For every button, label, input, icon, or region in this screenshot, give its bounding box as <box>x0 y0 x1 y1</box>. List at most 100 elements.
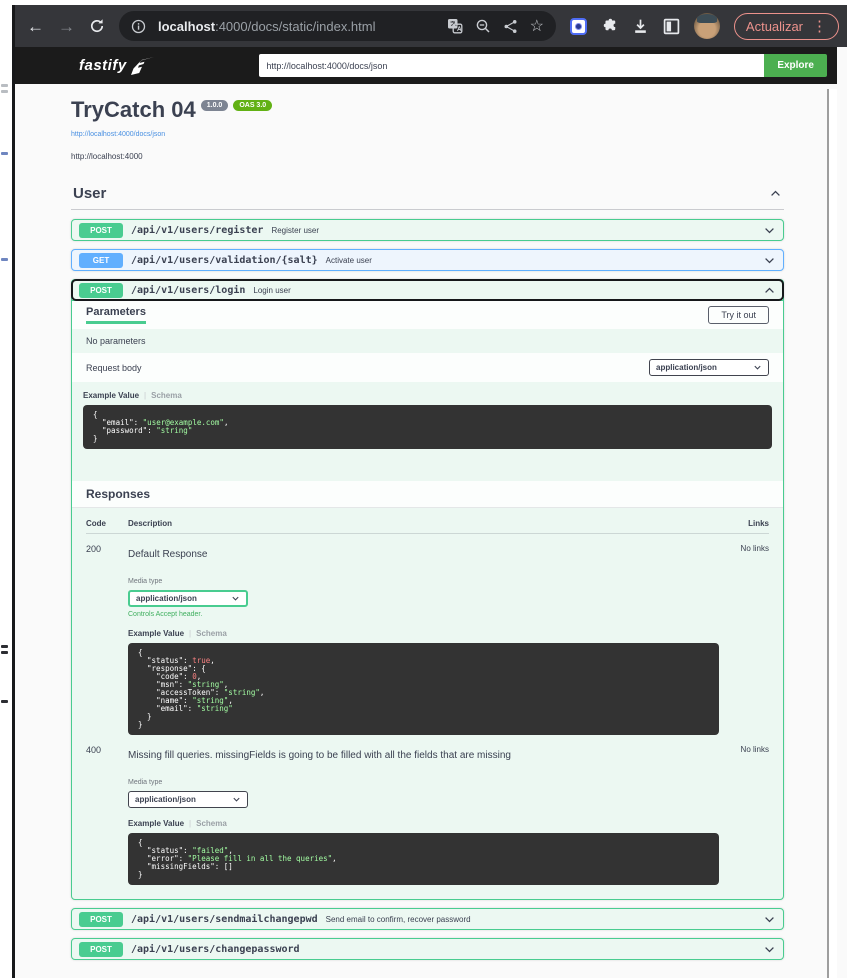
media-type-label: Media type <box>128 779 719 786</box>
page-viewport: fastify Explore TryCatch 04 1.0.0 OAS 3.… <box>15 47 837 978</box>
chevron-down-icon[interactable] <box>763 913 776 926</box>
tag-header-user[interactable]: User <box>71 181 784 210</box>
request-body-header: Request body application/json <box>72 353 783 382</box>
operation-login: POST /api/v1/users/login Login user Para… <box>71 279 784 900</box>
menu-dots-icon[interactable]: ⋮ <box>812 17 827 35</box>
desktop-artifact <box>1 645 8 648</box>
update-label: Actualizar <box>746 19 803 34</box>
tab-schema[interactable]: Schema <box>151 391 182 400</box>
chevron-down-icon <box>231 594 240 603</box>
tab-example-value[interactable]: Example Value <box>83 391 139 400</box>
download-icon[interactable] <box>632 18 649 35</box>
tab-example-value[interactable]: Example Value <box>128 819 184 828</box>
operation-summary[interactable]: POST /api/v1/users/sendmailchangepwd Sen… <box>72 909 783 929</box>
profile-avatar[interactable] <box>694 13 720 39</box>
api-info: TryCatch 04 1.0.0 OAS 3.0 http://localho… <box>71 97 784 161</box>
response-detail: Default Response Media type application/… <box>128 544 719 735</box>
fastify-logo: fastify <box>79 57 155 75</box>
operation-path: /api/v1/users/login <box>131 285 245 296</box>
tab-example-value[interactable]: Example Value <box>128 629 184 638</box>
tab-schema[interactable]: Schema <box>196 819 227 828</box>
tag-section-category: Category POST /api/v1/categories/registe… <box>71 972 784 978</box>
responses-header: Responses <box>72 481 783 508</box>
tab-schema[interactable]: Schema <box>196 629 227 638</box>
swagger-topbar: fastify Explore <box>15 47 837 84</box>
response-description: Default Response <box>128 549 719 560</box>
desktop-artifact <box>1 258 8 261</box>
extensions-puzzle-icon[interactable] <box>601 18 618 35</box>
browser-update-button[interactable]: Actualizar ⋮ <box>734 13 839 40</box>
method-badge: POST <box>79 942 123 957</box>
example-tabs: Example Value|Schema <box>83 391 772 400</box>
reload-icon[interactable] <box>89 18 105 34</box>
response-links: No links <box>719 544 769 735</box>
operation-summary[interactable]: POST /api/v1/users/register Register use… <box>72 220 783 240</box>
chevron-down-icon <box>232 795 241 804</box>
chevron-up-icon[interactable] <box>763 284 776 297</box>
tag-header-category[interactable]: Category <box>71 972 784 978</box>
operation-register: POST /api/v1/users/register Register use… <box>71 219 784 241</box>
explore-button[interactable]: Explore <box>764 54 827 77</box>
scrollbar[interactable] <box>827 89 837 978</box>
response-row-200: 200 Default Response Media type applicat… <box>86 534 769 735</box>
responses-title: Responses <box>86 487 769 501</box>
operation-summary[interactable]: POST /api/v1/users/login Login user <box>72 280 783 300</box>
operation-description: Login user <box>253 286 290 295</box>
bookmark-star-icon[interactable]: ☆ <box>530 16 544 36</box>
response-example-code: { "status": true, "response": { "code": … <box>128 643 719 735</box>
oas-badge: OAS 3.0 <box>233 100 272 111</box>
zoom-icon[interactable] <box>475 18 491 34</box>
spec-url-input[interactable] <box>259 54 764 77</box>
fastify-bolt-icon <box>131 57 155 75</box>
controls-accept-note: Controls Accept header. <box>128 611 719 618</box>
col-code: Code <box>86 519 128 528</box>
response-description: Missing fill queries. missingFields is g… <box>128 750 719 761</box>
api-title-row: TryCatch 04 1.0.0 OAS 3.0 <box>71 97 784 123</box>
response-media-type-select[interactable]: application/json <box>128 791 248 808</box>
url-text[interactable]: localhost:4000/docs/static/index.html <box>158 19 435 34</box>
chevron-down-icon <box>753 363 762 372</box>
parameters-header: Parameters Try it out <box>72 301 783 329</box>
api-title: TryCatch 04 <box>71 97 196 123</box>
spec-link[interactable]: http://localhost:4000/docs/json <box>71 131 165 138</box>
request-example-section: Example Value|Schema { "email": "user@ex… <box>72 382 783 481</box>
desktop-artifact <box>1 651 8 654</box>
back-icon[interactable]: ← <box>27 18 44 35</box>
response-example-code: { "status": "failed", "error": "Please f… <box>128 833 719 885</box>
response-code: 200 <box>86 544 128 735</box>
desktop-artifact <box>1 84 8 87</box>
chevron-down-icon[interactable] <box>763 943 776 956</box>
browser-toolbar: ← → localhost:4000/docs/static/index.htm… <box>15 5 847 47</box>
no-parameters-text: No parameters <box>72 329 783 353</box>
col-links: Links <box>719 519 769 528</box>
share-icon[interactable] <box>503 19 518 34</box>
response-links: No links <box>719 745 769 885</box>
try-it-out-button[interactable]: Try it out <box>708 306 769 324</box>
tab-parameters[interactable]: Parameters <box>86 306 146 324</box>
site-info-icon[interactable] <box>131 19 146 34</box>
request-example-code: { "email": "user@example.com", "password… <box>83 405 772 449</box>
chevron-up-icon[interactable] <box>769 187 782 200</box>
chevron-down-icon[interactable] <box>763 224 776 237</box>
request-media-type-select[interactable]: application/json <box>649 359 769 376</box>
method-badge: GET <box>79 253 123 268</box>
translate-icon[interactable] <box>447 18 463 34</box>
response-media-type-select[interactable]: application/json <box>128 590 248 607</box>
method-badge: POST <box>79 223 123 238</box>
tag-name: User <box>73 185 106 202</box>
operation-summary[interactable]: POST /api/v1/users/changepassword <box>72 939 783 959</box>
chevron-down-icon[interactable] <box>763 254 776 267</box>
url-bar[interactable]: localhost:4000/docs/static/index.html ☆ <box>119 11 556 41</box>
browser-window: ← → localhost:4000/docs/static/index.htm… <box>12 5 847 978</box>
selected-media-type: application/json <box>656 363 717 372</box>
url-path: :4000/docs/static/index.html <box>215 19 375 34</box>
spec-url-form: Explore <box>259 54 827 77</box>
forward-icon[interactable]: → <box>58 18 75 35</box>
side-panel-icon[interactable] <box>663 18 680 35</box>
extension-blue-icon[interactable] <box>570 18 587 35</box>
operation-path: /api/v1/users/sendmailchangepwd <box>131 914 318 925</box>
operation-summary[interactable]: GET /api/v1/users/validation/{salt} Acti… <box>72 250 783 270</box>
selected-media-type: application/json <box>135 795 196 804</box>
example-tabs: Example Value|Schema <box>128 629 719 638</box>
response-code: 400 <box>86 745 128 885</box>
